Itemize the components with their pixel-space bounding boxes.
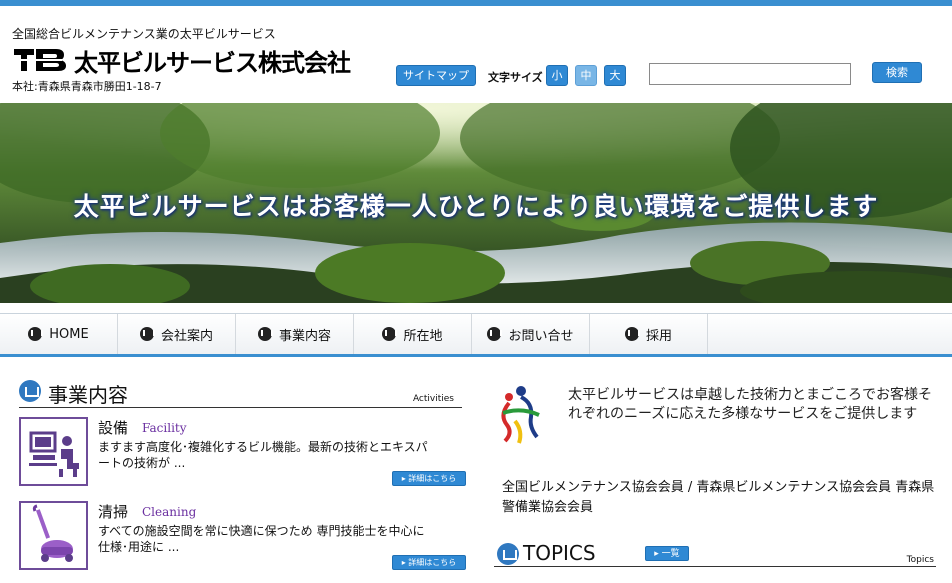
association-memberships: 全国ビルメンテナンス協会会員 / 青森県ビルメンテナンス協会会員 青森県警備業協… <box>502 480 935 515</box>
nav-item-contact[interactable]: お問い合せ <box>472 314 590 354</box>
people-emblem-icon <box>501 386 540 444</box>
details-button[interactable]: ▸ 詳細はこちら <box>392 555 466 570</box>
hero-banner: 太平ビルサービスはお客様一人ひとりにより良い環境をご提供します <box>0 103 952 303</box>
nav-item-home[interactable]: HOME <box>0 314 118 354</box>
nav-item-location[interactable]: 所在地 <box>354 314 472 354</box>
service-title: 清掃 <box>98 503 129 521</box>
details-button[interactable]: ▸ 詳細はこちら <box>392 471 466 486</box>
top-accent-bar <box>0 0 952 6</box>
building-icon <box>28 327 44 341</box>
business-section-title: 事業内容 <box>48 383 128 407</box>
building-icon <box>624 327 640 341</box>
nav-item-label: 所在地 <box>403 328 443 344</box>
main-nav: HOME 会社案内 事業内容 所在地 お問い合せ 採用 <box>0 313 952 357</box>
nav-item-label: 会社案内 <box>160 328 213 344</box>
nav-item-business[interactable]: 事業内容 <box>236 314 354 354</box>
computer-operator-icon[interactable] <box>19 417 88 486</box>
service-description: ますます高度化･複雑化するビル機能。最新の技術とエキスパートの技術が ... <box>98 440 428 470</box>
nav-item-label: 事業内容 <box>278 328 331 344</box>
tb-logo-mark-icon <box>14 49 66 71</box>
nav-item-recruit[interactable]: 採用 <box>590 314 708 354</box>
building-icon <box>19 380 41 402</box>
font-size-label: 文字サイズ <box>488 71 543 84</box>
site-tagline: 全国総合ビルメンテナンス業の太平ビルサービス <box>12 27 276 41</box>
topics-section-header: TOPICS ▸ 一覧 Topics <box>494 540 936 567</box>
font-size-medium-button[interactable]: 中 <box>575 65 597 86</box>
topics-list-button[interactable]: ▸ 一覧 <box>645 546 689 561</box>
nav-item-label: HOME <box>49 326 89 342</box>
company-name: 太平ビルサービス株式会社 <box>74 48 351 77</box>
building-icon <box>257 327 273 341</box>
nav-item-company[interactable]: 会社案内 <box>118 314 236 354</box>
search-button[interactable]: 検索 <box>872 62 922 83</box>
topics-title: TOPICS <box>523 541 596 565</box>
company-logo[interactable]: 太平ビルサービス株式会社 <box>12 44 351 77</box>
font-size-small-button[interactable]: 小 <box>546 65 568 86</box>
service-description: すべての施設空間を常に快適に保つため 専門技能士を中心に仕様･用途に ... <box>98 524 425 554</box>
nav-item-label: お問い合せ <box>508 328 574 344</box>
nav-item-label: 採用 <box>645 328 672 344</box>
topics-title-en: Topics <box>906 555 934 565</box>
intro-text: 太平ビルサービスは卓越した技術力とまごころでお客様それぞれのニーズに応えた多様な… <box>568 387 932 422</box>
service-title-en: Facility <box>142 421 187 435</box>
business-section-title-en: Activities <box>412 394 454 404</box>
service-title-en: Cleaning <box>142 505 197 519</box>
banner-caption: 太平ビルサービスはお客様一人ひとりにより良い環境をご提供します <box>73 192 879 221</box>
vacuum-cleaner-icon[interactable] <box>19 501 88 570</box>
business-section-header: 事業内容 Activities <box>19 378 462 408</box>
building-icon <box>497 543 519 565</box>
building-icon <box>487 327 503 341</box>
service-title: 設備 <box>98 419 129 437</box>
font-size-large-button[interactable]: 大 <box>604 65 626 86</box>
sitemap-button[interactable]: サイトマップ <box>396 65 476 86</box>
company-address: 本社:青森県青森市勝田1-18-7 <box>12 80 162 93</box>
building-icon <box>139 327 155 341</box>
building-icon <box>382 327 398 341</box>
search-input[interactable] <box>649 63 851 85</box>
